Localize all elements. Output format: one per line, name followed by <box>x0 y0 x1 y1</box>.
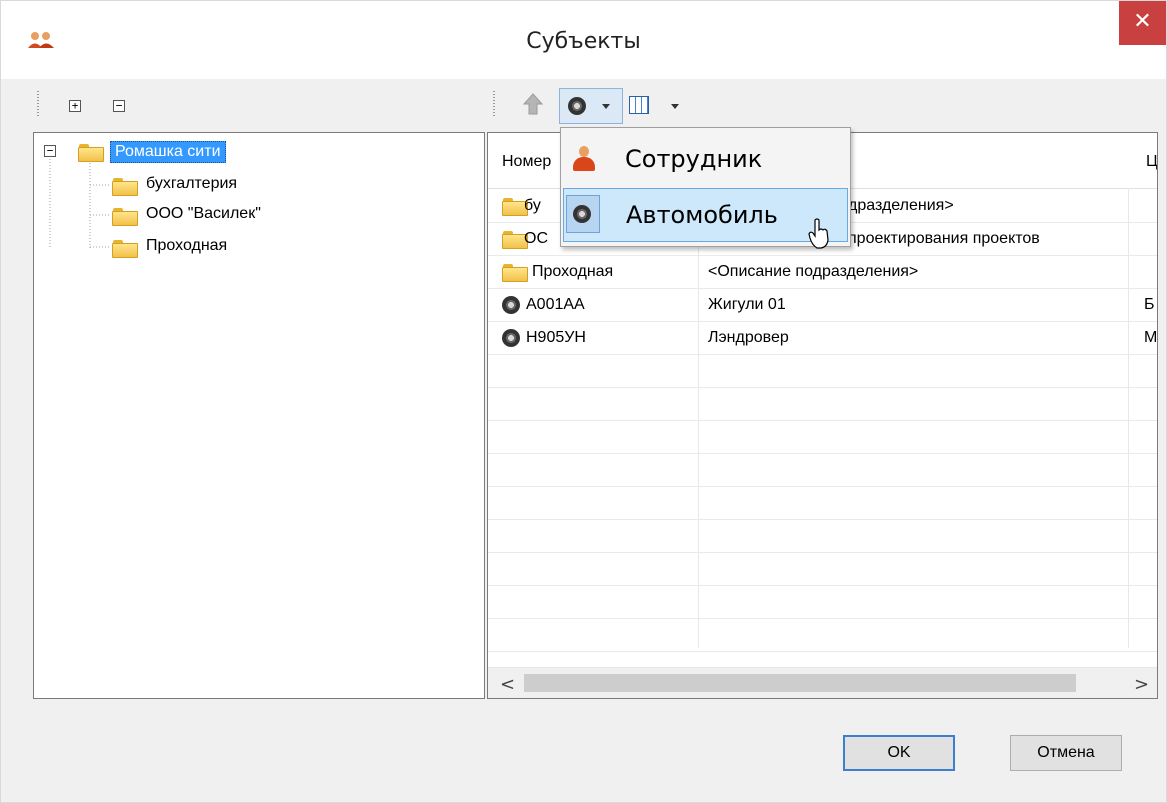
add-subject-dropdown-button[interactable] <box>559 88 623 124</box>
cell-description: Жигули 01 <box>708 296 786 313</box>
cell-description: <Описание подразделения> <box>708 263 919 280</box>
menu-item-icon-frame <box>566 195 600 233</box>
table-row <box>488 585 1157 619</box>
person-icon <box>573 146 595 172</box>
title-bar: Субъекты ✕ <box>1 1 1166 79</box>
table-row <box>488 387 1157 421</box>
folder-icon <box>502 263 528 282</box>
cell-c: М <box>1144 329 1158 346</box>
cell-c: Б <box>1144 296 1155 313</box>
grid-view-icon <box>629 96 649 114</box>
table-row <box>488 486 1157 520</box>
table-row <box>488 618 1157 652</box>
mouse-cursor-icon <box>808 218 829 249</box>
cell-description: Лэндровер <box>708 329 789 346</box>
cell-number: ОС <box>524 230 548 247</box>
subjects-dialog: Субъекты ✕ + − − Ромашка сити бухгалтери… <box>0 0 1167 803</box>
scroll-right-button[interactable]: > <box>1134 674 1149 695</box>
cell-number: Проходная <box>532 263 614 280</box>
column-header-number[interactable]: Номер <box>502 153 551 171</box>
cell-description: проектирования проектов <box>848 230 1040 247</box>
folder-icon <box>112 239 138 258</box>
cell-number: Н905УН <box>526 329 586 346</box>
scroll-left-button[interactable]: < <box>500 674 515 695</box>
table-row[interactable]: Проходная <Описание подразделения> <box>488 255 1157 289</box>
collapse-all-button[interactable]: − <box>113 100 125 112</box>
chevron-down-icon <box>671 104 679 109</box>
close-icon: ✕ <box>1133 8 1152 33</box>
table-row <box>488 354 1157 388</box>
cell-number: А001АА <box>526 296 585 313</box>
wheel-icon <box>502 296 520 314</box>
column-header-c[interactable]: Ц <box>1146 153 1157 171</box>
folder-icon <box>112 207 138 226</box>
expand-all-button[interactable]: + <box>69 100 81 112</box>
tree-node-label: ООО "Василек" <box>146 205 261 222</box>
toolbar-grip[interactable] <box>37 91 39 117</box>
menu-item-label: Сотрудник <box>625 145 763 173</box>
table-row <box>488 519 1157 553</box>
cell-description: дразделения> <box>848 197 954 214</box>
horizontal-scrollbar[interactable]: < > <box>488 667 1157 698</box>
folder-icon <box>78 143 104 162</box>
table-row[interactable]: Н905УН Лэндровер М <box>488 321 1157 355</box>
close-button[interactable]: ✕ <box>1119 1 1166 45</box>
arrow-up-icon[interactable] <box>523 93 543 115</box>
menu-item-employee[interactable]: Сотрудник <box>563 132 848 186</box>
chevron-down-icon <box>602 104 610 109</box>
tree-collapse-toggle[interactable]: − <box>44 145 56 157</box>
cell-number: бу <box>524 197 541 214</box>
menu-item-label: Автомобиль <box>626 201 778 229</box>
ok-button[interactable]: OK <box>843 735 955 771</box>
table-row[interactable]: А001АА Жигули 01 Б <box>488 288 1157 322</box>
minus-icon: − <box>46 144 54 157</box>
tree-view[interactable]: − Ромашка сити бухгалтерия ООО "Василек"… <box>33 132 485 699</box>
tree-node-label: бухгалтерия <box>146 175 238 192</box>
table-row <box>488 420 1157 454</box>
table-row <box>488 453 1157 487</box>
wheel-icon <box>502 329 520 347</box>
wheel-icon <box>568 97 586 115</box>
tree-node-label: Ромашка сити <box>110 141 226 163</box>
table-row <box>488 552 1157 586</box>
tree-node-label: Проходная <box>146 237 228 254</box>
plus-icon: + <box>71 99 79 112</box>
scroll-thumb[interactable] <box>524 674 1076 692</box>
minus-icon: − <box>115 99 123 112</box>
wheel-icon <box>573 205 591 223</box>
view-mode-dropdown-button[interactable] <box>627 94 683 120</box>
folder-icon <box>112 177 138 196</box>
window-title: Субъекты <box>526 29 641 54</box>
cancel-button[interactable]: Отмена <box>1010 735 1122 771</box>
menu-item-car[interactable]: Автомобиль <box>563 188 848 242</box>
toolbar-grip[interactable] <box>493 91 495 117</box>
